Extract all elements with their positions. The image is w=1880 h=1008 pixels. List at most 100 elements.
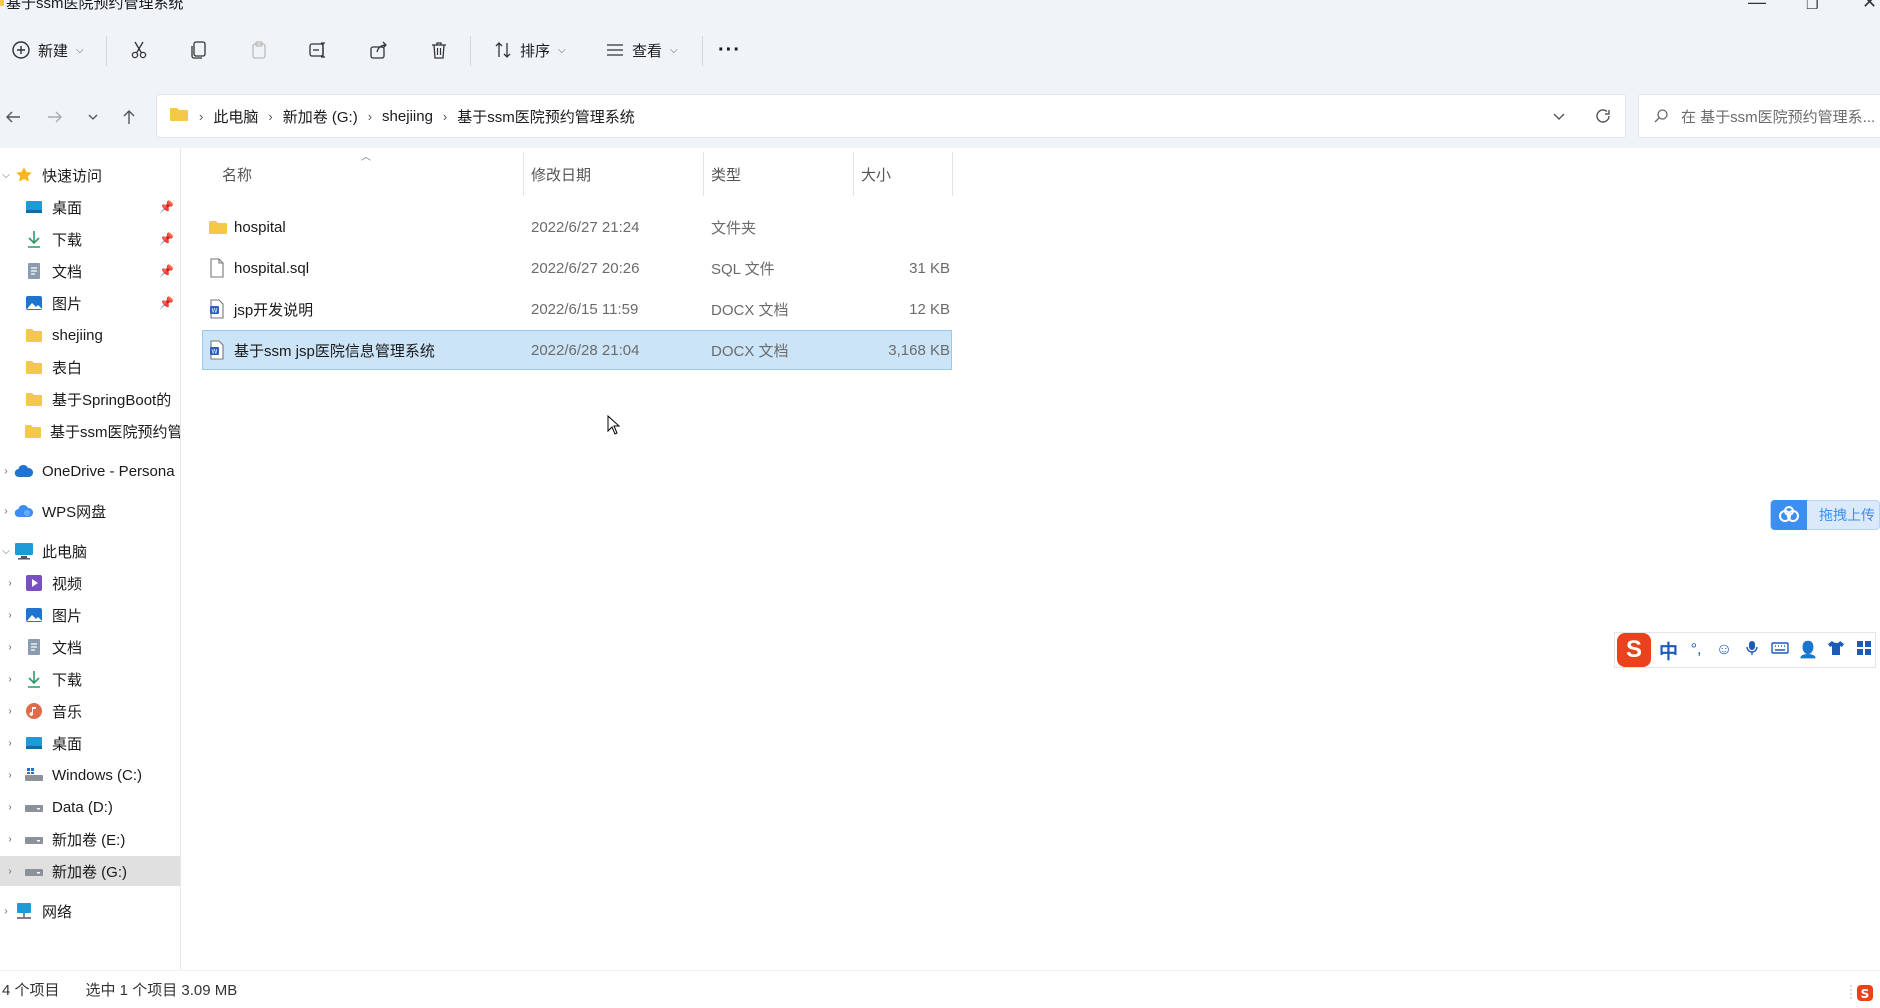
file-modified: 2022/6/28 21:04 bbox=[531, 341, 640, 359]
chevron-down-icon[interactable]: ⌵ bbox=[0, 546, 12, 557]
cut-button[interactable] bbox=[128, 34, 150, 66]
breadcrumb-shejiing[interactable]: shejiing bbox=[382, 108, 433, 125]
breadcrumb-drive-g[interactable]: 新加卷 (G:) bbox=[283, 106, 358, 127]
up-button[interactable] bbox=[116, 104, 142, 130]
rename-button[interactable] bbox=[308, 34, 330, 66]
sidebar-item-pc-downloads[interactable]: › 下载 bbox=[0, 664, 180, 694]
column-header-name[interactable]: 名称 bbox=[222, 152, 497, 196]
sidebar-item-drive-d[interactable]: › Data (D:) bbox=[0, 792, 180, 822]
forward-button[interactable] bbox=[42, 104, 68, 130]
chevron-right-icon[interactable]: › bbox=[4, 642, 16, 653]
pin-icon[interactable]: 📌 bbox=[159, 232, 174, 246]
chevron-right-icon[interactable]: › bbox=[0, 466, 12, 477]
refresh-button[interactable] bbox=[1581, 107, 1625, 125]
chevron-right-icon[interactable]: › bbox=[4, 738, 16, 749]
copy-button[interactable] bbox=[188, 34, 210, 66]
view-button[interactable]: 查看 ⌵ bbox=[604, 34, 678, 66]
chevron-right-icon[interactable]: › bbox=[4, 834, 16, 845]
recent-locations-button[interactable] bbox=[80, 104, 106, 130]
sidebar-item-pictures[interactable]: 图片 📌 bbox=[0, 288, 180, 318]
file-row-selected[interactable]: W 基于ssm jsp医院信息管理系统 2022/6/28 21:04 DOCX… bbox=[202, 330, 952, 370]
sidebar-item-drive-c[interactable]: › Windows (C:) bbox=[0, 760, 180, 790]
sidebar-wps-drive[interactable]: › WPS网盘 bbox=[0, 496, 180, 526]
new-button[interactable]: 新建 ⌵ bbox=[10, 34, 84, 66]
sidebar-item-downloads[interactable]: 下载 📌 bbox=[0, 224, 180, 254]
close-button[interactable]: ✕ bbox=[1862, 0, 1877, 13]
sidebar-item-pc-documents[interactable]: › 文档 bbox=[0, 632, 180, 662]
sidebar-quick-access[interactable]: ⌵ 快速访问 bbox=[0, 160, 180, 190]
sidebar-label: 下载 bbox=[52, 671, 83, 689]
sidebar-network[interactable]: › 网络 bbox=[0, 896, 180, 926]
maximize-button[interactable]: ❐ bbox=[1806, 0, 1819, 13]
column-header-type[interactable]: 类型 bbox=[711, 152, 831, 196]
minimize-button[interactable]: — bbox=[1748, 0, 1766, 13]
ime-logo[interactable]: S bbox=[1617, 633, 1651, 667]
column-header-size[interactable]: 大小 bbox=[861, 152, 941, 196]
chevron-right-icon[interactable]: › bbox=[4, 802, 16, 813]
chevron-right-icon[interactable]: › bbox=[0, 506, 12, 517]
sidebar-item-drive-g[interactable]: › 新加卷 (G:) bbox=[0, 856, 180, 886]
search-box[interactable]: 在 基于ssm医院预约管理系... bbox=[1638, 94, 1880, 138]
chevron-right-icon[interactable]: › bbox=[0, 906, 12, 917]
skin-shirt-icon[interactable] bbox=[1826, 640, 1846, 661]
column-divider[interactable] bbox=[952, 152, 953, 196]
keyboard-icon[interactable] bbox=[1770, 641, 1790, 659]
sidebar-item-pc-desktop[interactable]: › 桌面 bbox=[0, 728, 180, 758]
address-bar[interactable]: › 此电脑 › 新加卷 (G:) › shejiing › 基于ssm医院预约管… bbox=[156, 94, 1626, 138]
grid-menu-icon[interactable] bbox=[1854, 640, 1874, 661]
sidebar-this-pc[interactable]: ⌵ 此电脑 bbox=[0, 536, 180, 566]
chevron-right-icon[interactable]: › bbox=[4, 610, 16, 621]
chevron-right-icon[interactable]: › bbox=[4, 578, 16, 589]
breadcrumb-current-folder[interactable]: 基于ssm医院预约管理系统 bbox=[457, 106, 635, 127]
column-divider[interactable] bbox=[523, 152, 524, 196]
chevron-down-icon[interactable]: ⌵ bbox=[0, 170, 12, 181]
sidebar-label: 快速访问 bbox=[42, 167, 103, 185]
column-divider[interactable] bbox=[703, 152, 704, 196]
ime-language-toggle[interactable]: 中 bbox=[1659, 637, 1678, 664]
sidebar-item-music[interactable]: › 音乐 bbox=[0, 696, 180, 726]
video-icon bbox=[24, 573, 44, 593]
sidebar-item-desktop[interactable]: 桌面 📌 bbox=[0, 192, 180, 222]
breadcrumb-this-pc[interactable]: 此电脑 bbox=[213, 106, 258, 127]
emoji-icon[interactable]: ☺ bbox=[1714, 641, 1734, 659]
sidebar-item-shejiing[interactable]: shejiing bbox=[0, 320, 180, 350]
svg-text:W: W bbox=[212, 308, 218, 315]
ime-punctuation-toggle[interactable]: °, bbox=[1686, 641, 1706, 659]
file-icon bbox=[208, 248, 226, 288]
toolbar-divider bbox=[106, 36, 107, 66]
chevron-right-icon[interactable]: › bbox=[4, 770, 16, 781]
paste-button[interactable] bbox=[248, 34, 270, 66]
pin-icon[interactable]: 📌 bbox=[159, 264, 174, 278]
column-header-modified[interactable]: 修改日期 bbox=[531, 152, 701, 196]
chevron-right-icon[interactable]: › bbox=[4, 674, 16, 685]
sidebar-item-videos[interactable]: › 视频 bbox=[0, 568, 180, 598]
file-list-pane: ︿ 名称 修改日期 类型 大小 hospital 2022/6/27 21:24… bbox=[182, 148, 1880, 970]
sidebar-item-drive-e[interactable]: › 新加卷 (E:) bbox=[0, 824, 180, 854]
pin-icon[interactable]: 📌 bbox=[159, 296, 174, 310]
column-divider[interactable] bbox=[853, 152, 854, 196]
ime-tray-icon[interactable]: S bbox=[1844, 978, 1880, 1008]
chevron-right-icon[interactable]: › bbox=[4, 706, 16, 717]
sort-icon bbox=[492, 39, 514, 61]
share-button[interactable] bbox=[368, 34, 390, 66]
cloud-upload-widget[interactable]: 拖拽上传 bbox=[1770, 500, 1880, 530]
sidebar-item-ssm-hospital[interactable]: 基于ssm医院预约管 bbox=[0, 416, 180, 446]
file-row[interactable]: hospital.sql 2022/6/27 20:26 SQL 文件 31 K… bbox=[202, 248, 952, 288]
microphone-icon[interactable] bbox=[1742, 640, 1762, 661]
address-history-dropdown[interactable] bbox=[1537, 109, 1581, 123]
sidebar-item-springboot[interactable]: 基于SpringBoot的 bbox=[0, 384, 180, 414]
sidebar-item-biaobai[interactable]: 表白 bbox=[0, 352, 180, 382]
user-icon[interactable]: 👤 bbox=[1798, 640, 1818, 660]
file-row[interactable]: W jsp开发说明 2022/6/15 11:59 DOCX 文档 12 KB bbox=[202, 289, 952, 329]
back-button[interactable] bbox=[0, 104, 26, 130]
sidebar-label: WPS网盘 bbox=[42, 503, 107, 521]
sidebar-onedrive[interactable]: › OneDrive - Persona bbox=[0, 456, 180, 486]
sidebar-item-documents[interactable]: 文档 📌 bbox=[0, 256, 180, 286]
sort-button[interactable]: 排序 ⌵ bbox=[492, 34, 566, 66]
pin-icon[interactable]: 📌 bbox=[159, 200, 174, 214]
file-row[interactable]: hospital 2022/6/27 21:24 文件夹 bbox=[202, 207, 952, 247]
sidebar-item-pc-pictures[interactable]: › 图片 bbox=[0, 600, 180, 630]
delete-button[interactable] bbox=[428, 34, 450, 66]
chevron-right-icon[interactable]: › bbox=[4, 866, 16, 877]
more-options-button[interactable]: ··· bbox=[718, 34, 741, 66]
